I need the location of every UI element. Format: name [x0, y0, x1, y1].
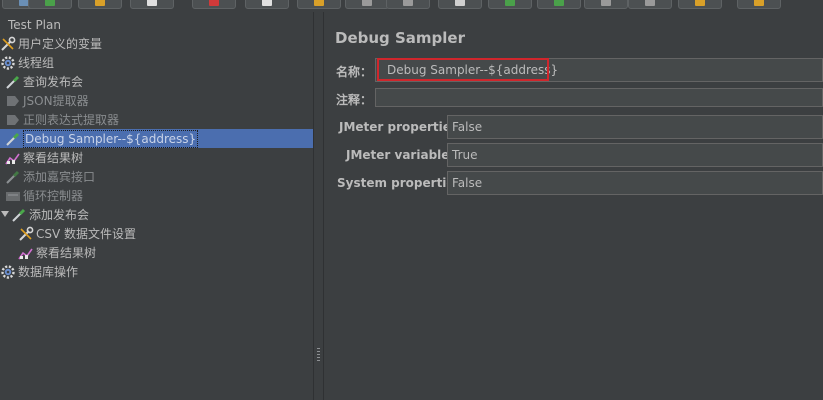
- chart-icon: [18, 245, 34, 261]
- toolbar-icon-15: [695, 0, 705, 6]
- toolbar-icon-7: [314, 0, 324, 6]
- tree-item[interactable]: JSON提取器: [5, 91, 89, 110]
- jmeter-properties-select[interactable]: False: [447, 115, 823, 139]
- gear-icon: [0, 55, 16, 71]
- tree-item-label: CSV 数据文件设置: [36, 226, 137, 241]
- toolbar: [0, 0, 823, 12]
- toolbar-icon-8: [362, 0, 372, 6]
- tree-item-label: 数据库操作: [18, 264, 79, 279]
- pipette-icon: [11, 207, 27, 223]
- test-plan-icon: [0, 17, 6, 33]
- toolbar-icon-10: [455, 0, 465, 6]
- tree-item[interactable]: 添加嘉宾接口: [5, 167, 95, 186]
- tree-item[interactable]: 线程组: [0, 53, 54, 72]
- toolbar-button-13[interactable]: [584, 0, 628, 9]
- tree-item[interactable]: 循环控制器: [5, 186, 83, 205]
- toolbar-button-3[interactable]: [78, 0, 122, 9]
- name-label: 名称：: [336, 65, 373, 79]
- toolbar-button-11[interactable]: [488, 0, 532, 9]
- tree-item-label: 查询发布会: [23, 74, 84, 89]
- toolbar-icon-12: [554, 0, 564, 6]
- expand-arrow-icon[interactable]: [1, 211, 9, 217]
- pipette-icon: [5, 74, 21, 90]
- toolbar-button-16[interactable]: [737, 0, 781, 9]
- toolbar-icon-11: [505, 0, 515, 6]
- toolbar-icon-3: [95, 0, 105, 6]
- tree-item-label: 察看结果树: [36, 245, 97, 260]
- toolbar-icon-9: [403, 0, 413, 6]
- tree-item[interactable]: 察看结果树: [5, 148, 83, 167]
- tree-item-label: Debug Sampler--${address}: [23, 129, 199, 148]
- jmeter-variables-select[interactable]: True: [447, 143, 823, 167]
- toolbar-icon-13: [601, 0, 611, 6]
- extractor-icon: [5, 93, 21, 109]
- extractor-icon: [5, 112, 21, 128]
- tree-item[interactable]: Test Plan: [0, 15, 61, 34]
- chart-icon: [5, 150, 21, 166]
- toolbar-icon-4: [147, 0, 157, 6]
- toolbar-button-14[interactable]: [628, 0, 672, 9]
- jmeter-variables-label: JMeter variables:: [346, 148, 462, 162]
- toolbar-button-7[interactable]: [297, 0, 341, 9]
- divider-grip-icon[interactable]: [317, 348, 320, 362]
- toolbar-icon-6: [262, 0, 272, 6]
- split-pane-divider[interactable]: [313, 12, 324, 400]
- tree-item-label: 循环控制器: [23, 188, 84, 203]
- tree-item-label: 正则表达式提取器: [23, 112, 120, 127]
- tree-item-label: 线程组: [18, 55, 55, 70]
- tree-item-label: JSON提取器: [23, 93, 89, 108]
- system-properties-value: False: [452, 176, 483, 190]
- toolbar-icon-2: [45, 0, 55, 6]
- tree-item[interactable]: 数据库操作: [0, 262, 78, 281]
- pipette-icon: [5, 169, 21, 185]
- toolbar-button-9[interactable]: [386, 0, 430, 9]
- tree-item[interactable]: Debug Sampler--${address}: [0, 129, 313, 148]
- toolbar-button-5[interactable]: [192, 0, 236, 9]
- tree-item-label: Test Plan: [8, 17, 61, 32]
- name-field[interactable]: Debug Sampler--${address}: [375, 58, 823, 82]
- toolbar-button-2[interactable]: [28, 0, 72, 9]
- toolbar-icon-16: [754, 0, 764, 6]
- toolbar-button-15[interactable]: [678, 0, 722, 9]
- toolbar-button-8[interactable]: [345, 0, 389, 9]
- tree-item[interactable]: CSV 数据文件设置: [18, 224, 136, 243]
- jmeter-variables-value: True: [452, 148, 478, 162]
- tree-item[interactable]: 正则表达式提取器: [5, 110, 119, 129]
- system-properties-select[interactable]: False: [447, 171, 823, 195]
- toolbar-icon-14: [645, 0, 655, 6]
- toolbar-button-10[interactable]: [438, 0, 482, 9]
- toolbar-button-12[interactable]: [537, 0, 581, 9]
- controller-icon: [5, 188, 21, 204]
- toolbar-button-4[interactable]: [130, 0, 174, 9]
- tree-item-label: 添加发布会: [29, 207, 90, 222]
- tree-item[interactable]: 察看结果树: [18, 243, 96, 262]
- tree-item[interactable]: 用户定义的变量: [0, 34, 102, 53]
- tree-item-label: 添加嘉宾接口: [23, 169, 96, 184]
- panel-title: Debug Sampler: [335, 29, 466, 47]
- comment-label: 注释：: [336, 93, 373, 107]
- jmeter-properties-label: JMeter properties:: [339, 120, 463, 134]
- name-field-value: Debug Sampler--${address}: [387, 63, 559, 77]
- tree-item[interactable]: 添加发布会: [1, 205, 90, 224]
- gear-icon: [0, 264, 16, 280]
- tree-item-label: 察看结果树: [23, 150, 84, 165]
- wrench-icon: [18, 226, 34, 242]
- jmeter-properties-value: False: [452, 120, 483, 134]
- tree-item-label: 用户定义的变量: [18, 36, 103, 51]
- tree-item[interactable]: 查询发布会: [5, 72, 83, 91]
- toolbar-button-6[interactable]: [245, 0, 289, 9]
- pipette-icon: [5, 131, 21, 147]
- wrench-icon: [0, 36, 16, 52]
- test-plan-tree[interactable]: Test Plan 用户定义的变量 线程组 查询发布会 JSON提取器 正则表达…: [0, 12, 313, 400]
- toolbar-icon-5: [209, 0, 219, 6]
- comment-field[interactable]: [375, 88, 823, 107]
- sampler-config-panel: Debug Sampler 名称： Debug Sampler--${addre…: [324, 12, 823, 400]
